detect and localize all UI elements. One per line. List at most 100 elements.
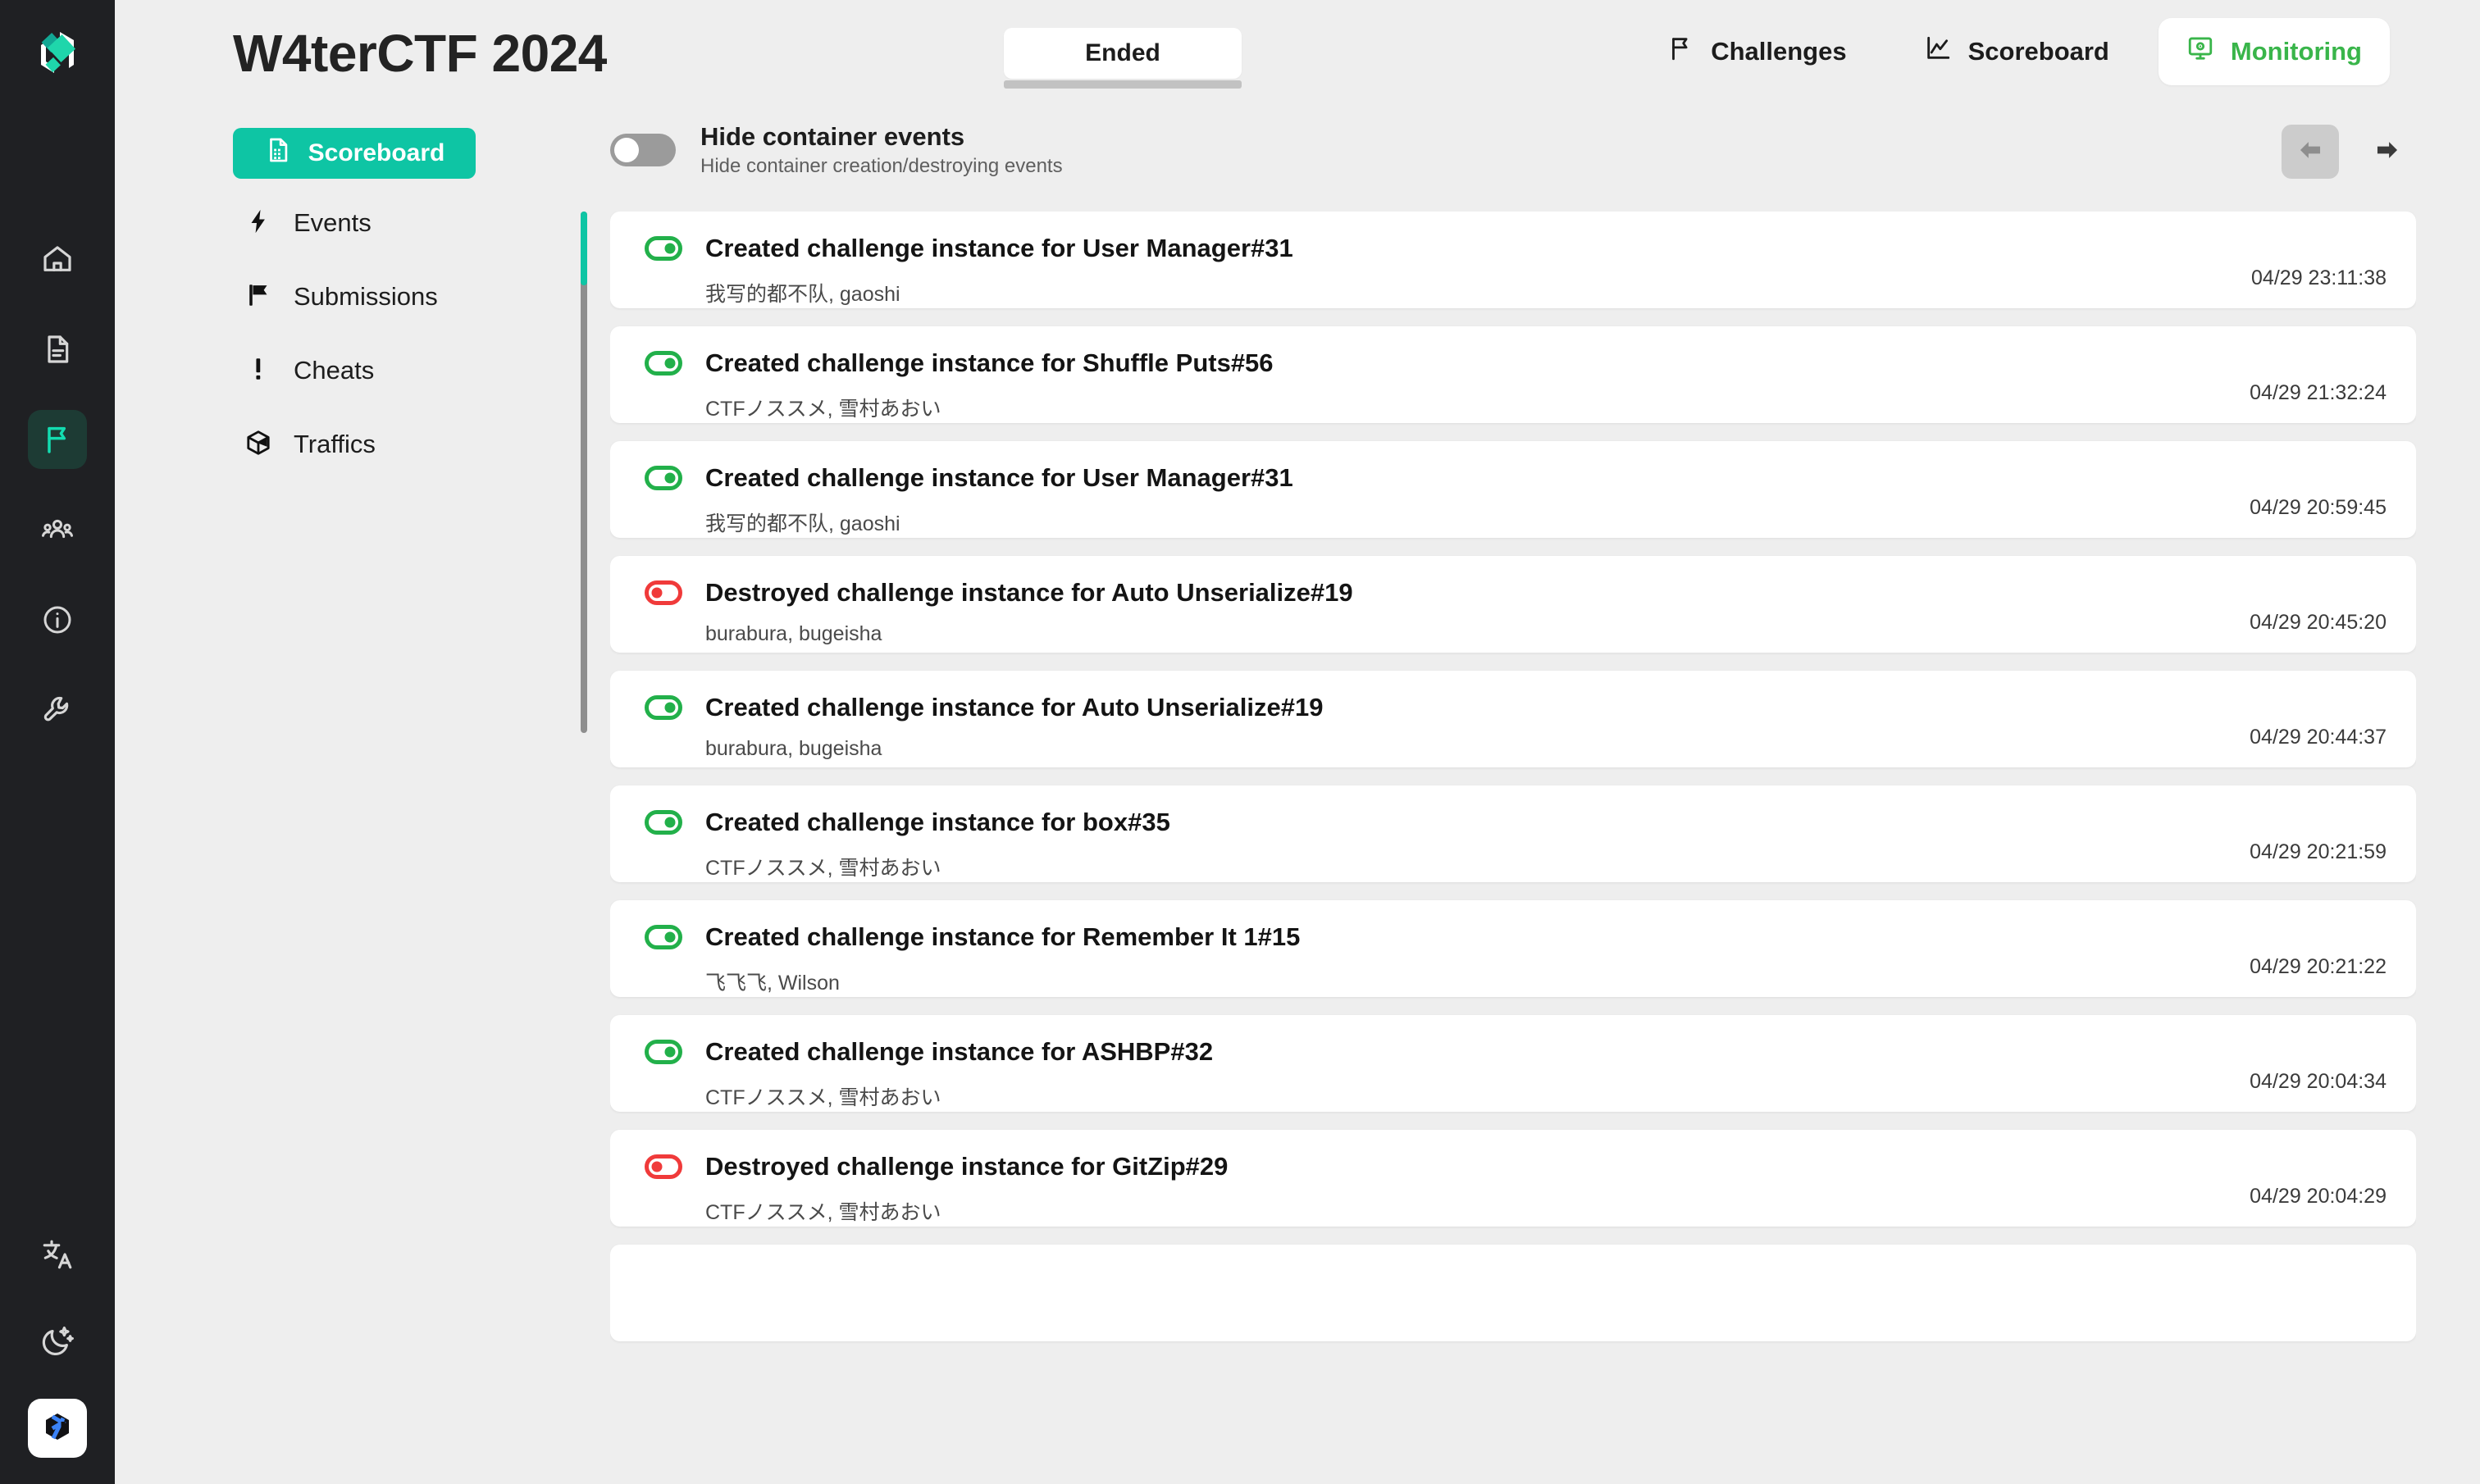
event-timestamp: 04/29 20:04:34 [2250, 1070, 2387, 1093]
document-icon [41, 333, 74, 366]
ctf-logo-icon[interactable] [28, 23, 87, 82]
home-icon [41, 243, 74, 275]
event-card[interactable]: Created challenge instance for Remember … [610, 900, 2416, 997]
sidebar-item-traffics[interactable]: Traffics [233, 418, 504, 471]
hide-container-events-row: Hide container events Hide container cre… [610, 122, 1063, 178]
event-card[interactable]: Created challenge instance for User Mana… [610, 441, 2416, 538]
event-card[interactable]: Destroyed challenge instance for GitZip#… [610, 1130, 2416, 1227]
moon-icon [40, 1324, 75, 1359]
event-meta: burabura, bugeisha [705, 737, 882, 760]
monitoring-page: W4terCTF 2024 Ended Challenges Scoreboar… [0, 0, 2480, 1484]
event-title: Created challenge instance for Remember … [705, 922, 1301, 951]
rail-item-home[interactable] [28, 230, 87, 289]
sidebar-item-events[interactable]: Events [233, 197, 504, 249]
event-meta: CTFノススメ, 雪村あおい [705, 398, 941, 421]
rail-item-documents[interactable] [28, 320, 87, 379]
event-timestamp: 04/29 23:11:38 [2251, 266, 2387, 289]
flag-icon [244, 281, 272, 313]
info-icon [41, 603, 74, 636]
hide-container-events-texts: Hide container events Hide container cre… [700, 122, 1063, 178]
event-timestamp: 04/29 20:45:20 [2250, 611, 2387, 634]
pagination [2282, 125, 2416, 179]
event-meta: 我写的都不队, gaoshi [705, 512, 900, 535]
rail-item-about[interactable] [28, 590, 87, 649]
sidebar-item-cheats-label: Cheats [294, 356, 375, 385]
user-avatar[interactable] [28, 1399, 87, 1458]
arrow-left-icon [2295, 136, 2326, 168]
hide-container-events-subtitle: Hide container creation/destroying event… [700, 155, 1063, 178]
event-card[interactable]: Destroyed challenge instance for Auto Un… [610, 556, 2416, 653]
event-meta: 飞飞飞, Wilson [705, 972, 840, 995]
tab-monitoring-label: Monitoring [2230, 37, 2362, 66]
page-header: W4terCTF 2024 Ended Challenges Scoreboar… [115, 0, 2480, 115]
scoreboard-button-label: Scoreboard [308, 139, 445, 166]
event-card[interactable]: Created challenge instance for User Mana… [610, 212, 2416, 308]
hide-container-events-title: Hide container events [700, 122, 965, 151]
event-title: Created challenge instance for ASHBP#32 [705, 1037, 1214, 1066]
sidebar-item-submissions[interactable]: Submissions [233, 271, 504, 323]
event-title: Created challenge instance for Shuffle P… [705, 348, 1274, 377]
toggle-on-icon [641, 341, 686, 385]
exclamation-icon [244, 355, 272, 387]
users-icon [41, 513, 74, 546]
toggle-on-icon [641, 800, 686, 844]
tab-scoreboard[interactable]: Scoreboard [1896, 18, 2137, 85]
hide-container-events-toggle[interactable] [610, 134, 676, 167]
translate-icon [40, 1237, 75, 1272]
flag-icon [41, 423, 74, 456]
toggle-on-icon [641, 915, 686, 959]
scroll-indicator[interactable] [581, 212, 587, 733]
event-title: Destroyed challenge instance for Auto Un… [705, 578, 1353, 607]
event-title: Created challenge instance for User Mana… [705, 234, 1293, 262]
page-title: W4terCTF 2024 [233, 24, 607, 83]
event-timestamp: 04/29 20:59:45 [2250, 496, 2387, 519]
tab-monitoring[interactable]: Monitoring [2158, 18, 2390, 85]
event-list: Created challenge instance for User Mana… [610, 212, 2416, 1484]
flag-icon [1666, 34, 1694, 69]
app-rail [0, 0, 115, 1484]
toggle-off-icon [641, 571, 686, 615]
event-card[interactable]: Created challenge instance for box#35 CTF… [610, 785, 2416, 882]
tab-challenges[interactable]: Challenges [1639, 18, 1874, 85]
tab-challenges-label: Challenges [1711, 37, 1847, 66]
scoreboard-button[interactable]: Scoreboard [233, 128, 476, 179]
rail-bottom-nav [0, 1225, 115, 1458]
event-meta: burabura, bugeisha [705, 622, 882, 645]
arrow-right-icon [2372, 136, 2403, 168]
rail-nav [28, 230, 87, 740]
tab-scoreboard-label: Scoreboard [1967, 37, 2109, 66]
top-nav: Challenges Scoreboard Monitoring [1639, 18, 2390, 85]
scroll-indicator-thumb [581, 212, 587, 285]
toggle-knob [614, 138, 639, 163]
event-card-partial[interactable] [610, 1245, 2416, 1341]
rail-item-teams[interactable] [28, 500, 87, 559]
box-icon [244, 429, 272, 461]
chart-line-icon [1924, 34, 1952, 69]
status-badge: Ended [1004, 28, 1242, 89]
prev-page-button[interactable] [2282, 125, 2339, 179]
rail-item-challenges[interactable] [28, 410, 87, 469]
rail-item-theme[interactable] [28, 1312, 87, 1371]
sidebar-item-traffics-label: Traffics [294, 430, 376, 458]
event-card[interactable]: Created challenge instance for Auto Unse… [610, 671, 2416, 767]
spreadsheet-icon [264, 136, 292, 171]
rail-item-language[interactable] [28, 1225, 87, 1284]
rail-item-admin[interactable] [28, 681, 87, 740]
event-card[interactable]: Created challenge instance for Shuffle P… [610, 326, 2416, 423]
event-meta: CTFノススメ, 雪村あおい [705, 1201, 941, 1224]
event-timestamp: 04/29 20:04:29 [2250, 1185, 2387, 1208]
event-timestamp: 04/29 20:21:22 [2250, 955, 2387, 978]
event-title: Created challenge instance for User Mana… [705, 463, 1293, 492]
monitoring-side-menu: Events Submissions Cheats Traffics [233, 197, 504, 492]
next-page-button[interactable] [2359, 125, 2416, 179]
toggle-off-icon [641, 1145, 686, 1189]
event-title: Destroyed challenge instance for GitZip#… [705, 1152, 1229, 1181]
event-timestamp: 04/29 20:21:59 [2250, 840, 2387, 863]
toggle-on-icon [641, 1030, 686, 1074]
sidebar-item-events-label: Events [294, 208, 372, 237]
toggle-on-icon [641, 685, 686, 730]
lightning-icon [244, 207, 272, 239]
event-card[interactable]: Created challenge instance for ASHBP#32 C… [610, 1015, 2416, 1112]
sidebar-item-cheats[interactable]: Cheats [233, 344, 504, 397]
toggle-on-icon [641, 456, 686, 500]
